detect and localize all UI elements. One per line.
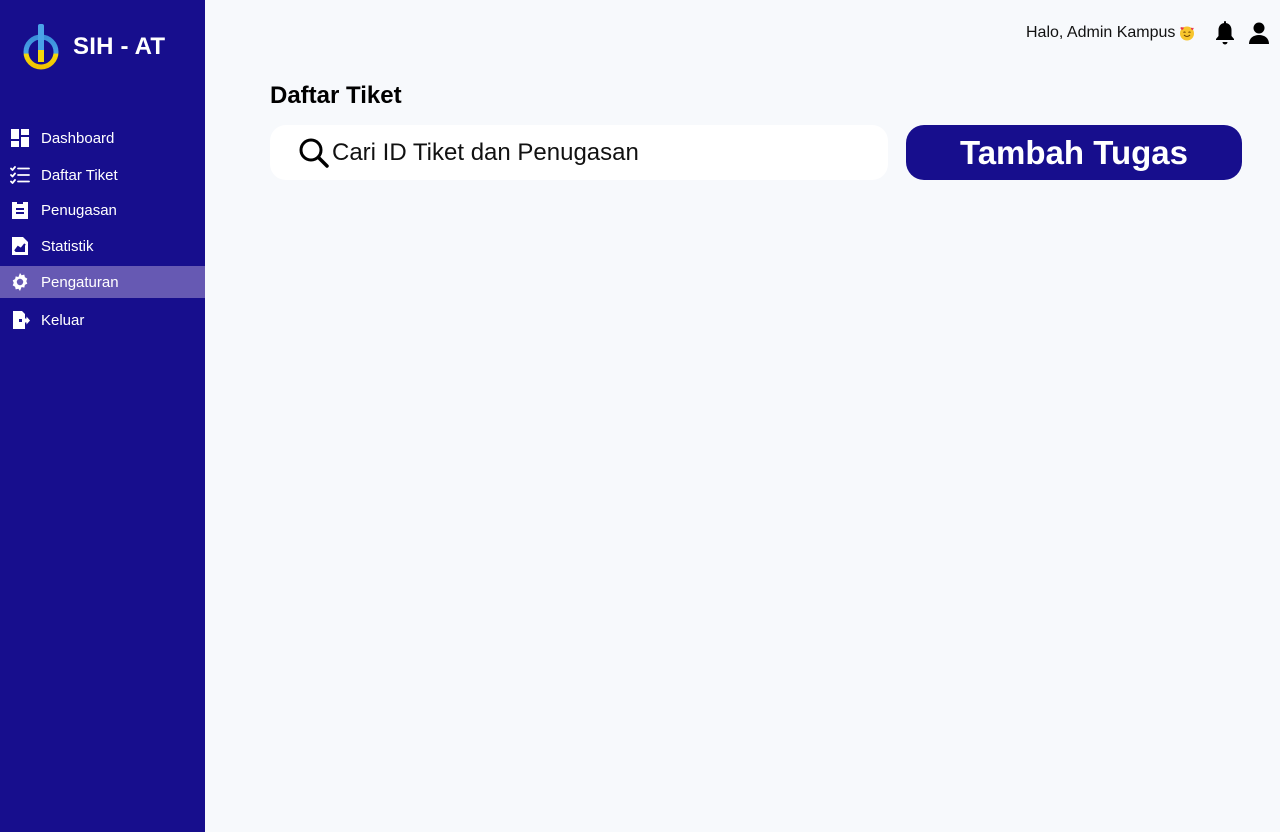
sidebar-item-penugasan[interactable]: Penugasan [0, 194, 205, 226]
gear-icon [10, 272, 30, 292]
chart-file-icon [10, 236, 30, 256]
sidebar-item-daftar-tiket[interactable]: Daftar Tiket [0, 159, 205, 191]
user-greeting: Halo, Admin Kampus [1026, 24, 1195, 42]
search-input[interactable] [332, 133, 872, 173]
sidebar-item-label: Pengaturan [41, 273, 119, 291]
sidebar-item-label: Statistik [41, 237, 94, 255]
search-bar[interactable] [270, 125, 888, 180]
logout-icon [10, 310, 30, 330]
sidebar-item-label: Dashboard [41, 129, 115, 147]
assignment-icon [10, 200, 30, 220]
sidebar-item-dashboard[interactable]: Dashboard [0, 122, 205, 154]
greeting-text: Halo, Admin Kampus [1026, 24, 1176, 41]
sidebar-item-statistik[interactable]: Statistik [0, 230, 205, 262]
checklist-icon [10, 165, 30, 185]
brand[interactable]: SIH - AT [20, 24, 165, 70]
sidebar-item-keluar[interactable]: Keluar [0, 304, 205, 336]
sidebar-item-label: Penugasan [41, 201, 117, 219]
sidebar-item-pengaturan[interactable]: Pengaturan [0, 266, 205, 298]
sidebar-item-label: Keluar [41, 311, 85, 329]
dashboard-icon [10, 128, 30, 148]
user-icon[interactable] [1248, 22, 1270, 44]
sih-at-logo-icon [23, 24, 59, 70]
add-task-button[interactable]: Tambah Tugas [906, 125, 1242, 180]
bell-icon[interactable] [1214, 21, 1236, 45]
smiling-face-with-hearts-icon [1180, 26, 1195, 41]
sidebar-item-label: Daftar Tiket [41, 166, 118, 184]
sidebar: SIH - AT Dashboard Daftar Tiket Penugasa… [0, 0, 205, 832]
page-title: Daftar Tiket [270, 82, 402, 109]
brand-name: SIH - AT [73, 33, 166, 60]
search-icon [299, 138, 329, 168]
